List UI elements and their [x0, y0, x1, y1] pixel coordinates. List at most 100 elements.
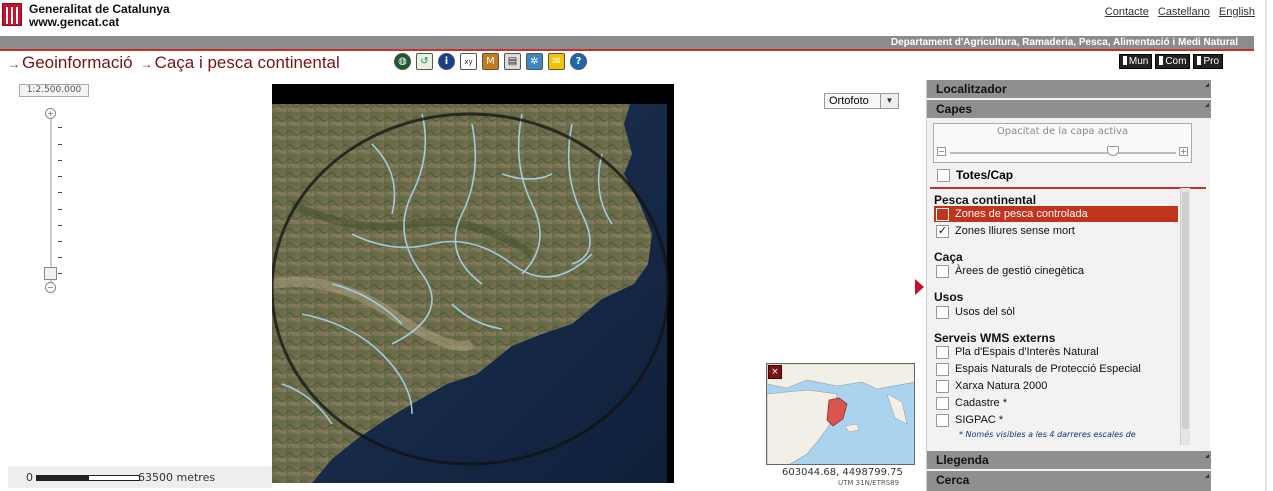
- layer-checkbox[interactable]: [936, 379, 949, 393]
- generalitat-logo-icon[interactable]: [2, 3, 22, 26]
- opacity-decrease-button[interactable]: −: [937, 147, 946, 156]
- opacity-slider-handle[interactable]: [1106, 146, 1119, 156]
- layer-sigpac[interactable]: SIGPAC *: [934, 412, 1178, 428]
- panel-scrollbar[interactable]: [1180, 188, 1190, 445]
- refresh-icon[interactable]: ↺: [416, 53, 433, 70]
- layer-checkbox[interactable]: ✓: [936, 224, 949, 238]
- scope-pro-button[interactable]: Pro: [1193, 54, 1223, 69]
- layer-usos-del-sol[interactable]: Usos del sòl: [934, 304, 1178, 320]
- toggle-all-label: Totes/Cap: [956, 168, 1014, 182]
- layer-xarxa-natura-2000[interactable]: Xarxa Natura 2000: [934, 378, 1178, 394]
- overview-map-imagery: [767, 364, 914, 464]
- scale-readout: 1:2.500.000: [19, 84, 89, 97]
- layer-arees-gestio-cinegetica[interactable]: Àrees de gestió cinegètica: [934, 263, 1178, 279]
- scope-mun-button[interactable]: Mun: [1118, 54, 1153, 69]
- zoom-tick: [58, 144, 62, 145]
- mail-icon[interactable]: ✉: [548, 53, 565, 70]
- scope-com-button[interactable]: Com: [1155, 54, 1191, 69]
- layer-checkbox[interactable]: [936, 207, 949, 221]
- map-imagery: [272, 84, 674, 483]
- zoom-tick: [58, 127, 62, 128]
- layer-checkbox[interactable]: [936, 345, 949, 359]
- print-icon[interactable]: ▤: [504, 53, 521, 70]
- zoom-tick: [58, 225, 62, 226]
- layer-label: Xarxa Natura 2000: [955, 380, 1048, 392]
- panel-divider: [930, 187, 1206, 189]
- zoom-tick: [58, 241, 62, 242]
- layer-label: SIGPAC *: [955, 414, 1004, 426]
- top-links: Contacte Castellano English: [1099, 6, 1255, 18]
- orthophoto-map[interactable]: [272, 84, 674, 483]
- zoom-tick: [58, 209, 62, 210]
- layers-panel: Localitzador Capes Opacitat de la capa a…: [926, 80, 1211, 491]
- group-pesca-continental: Pesca continental: [934, 193, 1037, 207]
- flag-icon: [1122, 56, 1127, 65]
- zoom-tick: [58, 257, 62, 258]
- capes-header[interactable]: Capes: [927, 100, 1211, 118]
- help-icon[interactable]: ?: [570, 53, 587, 70]
- zoom-tick: [58, 160, 62, 161]
- toggle-all-checkbox[interactable]: [937, 168, 950, 182]
- department-bar: Departament d'Agricultura, Ramaderia, Pe…: [0, 36, 1254, 49]
- localitzador-header[interactable]: Localitzador: [927, 80, 1211, 98]
- layer-label: Cadastre *: [955, 397, 1007, 409]
- link-castellano[interactable]: Castellano: [1158, 6, 1210, 18]
- layer-checkbox[interactable]: [936, 264, 949, 278]
- measure-icon[interactable]: M: [482, 53, 499, 70]
- layer-zones-pesca-controlada[interactable]: Zones de pesca controlada: [934, 206, 1178, 222]
- llegenda-header[interactable]: Llegenda: [927, 451, 1211, 469]
- zoom-out-button[interactable]: −: [45, 282, 56, 293]
- header-divider: [0, 49, 1254, 51]
- basemap-select[interactable]: Ortofoto ▼: [824, 93, 899, 109]
- breadcrumb-arrow-icon: →: [140, 57, 153, 71]
- coordinates-icon[interactable]: xy: [460, 53, 477, 70]
- link-english[interactable]: English: [1219, 6, 1255, 18]
- chevron-down-icon: ▼: [880, 94, 898, 108]
- map-toolbar: ◍ ↺ i xy M ▤ ✲ ✉ ?: [394, 53, 587, 71]
- zoom-slider-track[interactable]: [50, 116, 52, 286]
- breadcrumb: → Geoinformació → Caça i pesca continental: [8, 53, 340, 73]
- cerca-header[interactable]: Cerca: [927, 471, 1211, 491]
- settings-icon[interactable]: ✲: [526, 53, 543, 70]
- breadcrumb-geoinformacio[interactable]: Geoinformació: [22, 53, 133, 72]
- layer-pla-espais-interes-natural[interactable]: Pla d'Espais d'Interès Natural: [934, 344, 1178, 360]
- layer-checkbox[interactable]: [936, 362, 949, 376]
- zoom-in-button[interactable]: +: [45, 108, 56, 119]
- opacity-slider-track[interactable]: [950, 152, 1176, 154]
- zoom-slider-handle[interactable]: [44, 267, 57, 280]
- info-icon[interactable]: i: [438, 53, 455, 70]
- layer-label: Zones de pesca controlada: [955, 208, 1088, 220]
- scale-bar-start: 0: [26, 471, 33, 484]
- globe-icon[interactable]: ◍: [394, 53, 411, 70]
- layer-checkbox[interactable]: [936, 305, 949, 319]
- breadcrumb-caca-pesca[interactable]: Caça i pesca continental: [155, 53, 340, 72]
- layer-espais-naturals-proteccio[interactable]: Espais Naturals de Protecció Especial: [934, 361, 1178, 377]
- layer-cadastre[interactable]: Cadastre *: [934, 395, 1178, 411]
- layer-label: Àrees de gestió cinegètica: [955, 265, 1085, 277]
- overview-map[interactable]: [766, 363, 915, 465]
- layer-label: Espais Naturals de Protecció Especial: [955, 363, 1141, 375]
- zoom-tick: [58, 176, 62, 177]
- link-contacte[interactable]: Contacte: [1105, 6, 1149, 18]
- page-scrollbar[interactable]: [1265, 0, 1267, 491]
- toggle-all[interactable]: Totes/Cap: [937, 168, 1013, 182]
- layer-label: Zones lliures sense mort: [955, 225, 1075, 237]
- panel-toggle-arrow-icon[interactable]: [915, 279, 924, 295]
- layer-checkbox[interactable]: [936, 396, 949, 410]
- opacity-title: Opacitat de la capa activa: [996, 126, 1129, 137]
- close-icon[interactable]: ×: [768, 365, 782, 379]
- scope-buttons: Mun Com Pro: [1118, 54, 1223, 69]
- layer-label: Pla d'Espais d'Interès Natural: [955, 346, 1099, 358]
- scrollbar-thumb[interactable]: [1182, 192, 1189, 429]
- opacity-increase-button[interactable]: +: [1179, 147, 1188, 156]
- group-usos: Usos: [934, 290, 964, 304]
- layer-zones-lliures-sense-mort[interactable]: ✓ Zones lliures sense mort: [934, 223, 1178, 239]
- opacity-control: Opacitat de la capa activa − +: [933, 123, 1192, 163]
- group-caca: Caça: [934, 250, 963, 264]
- scale-bar-end: 63500 metres: [138, 471, 216, 484]
- layer-label: Usos del sòl: [955, 306, 1015, 318]
- layer-checkbox[interactable]: [936, 413, 949, 427]
- zoom-tick: [58, 192, 62, 193]
- projection-label: UTM 31N/ETRS89: [838, 479, 900, 487]
- brand[interactable]: Generalitat de Catalunya www.gencat.cat: [29, 3, 170, 29]
